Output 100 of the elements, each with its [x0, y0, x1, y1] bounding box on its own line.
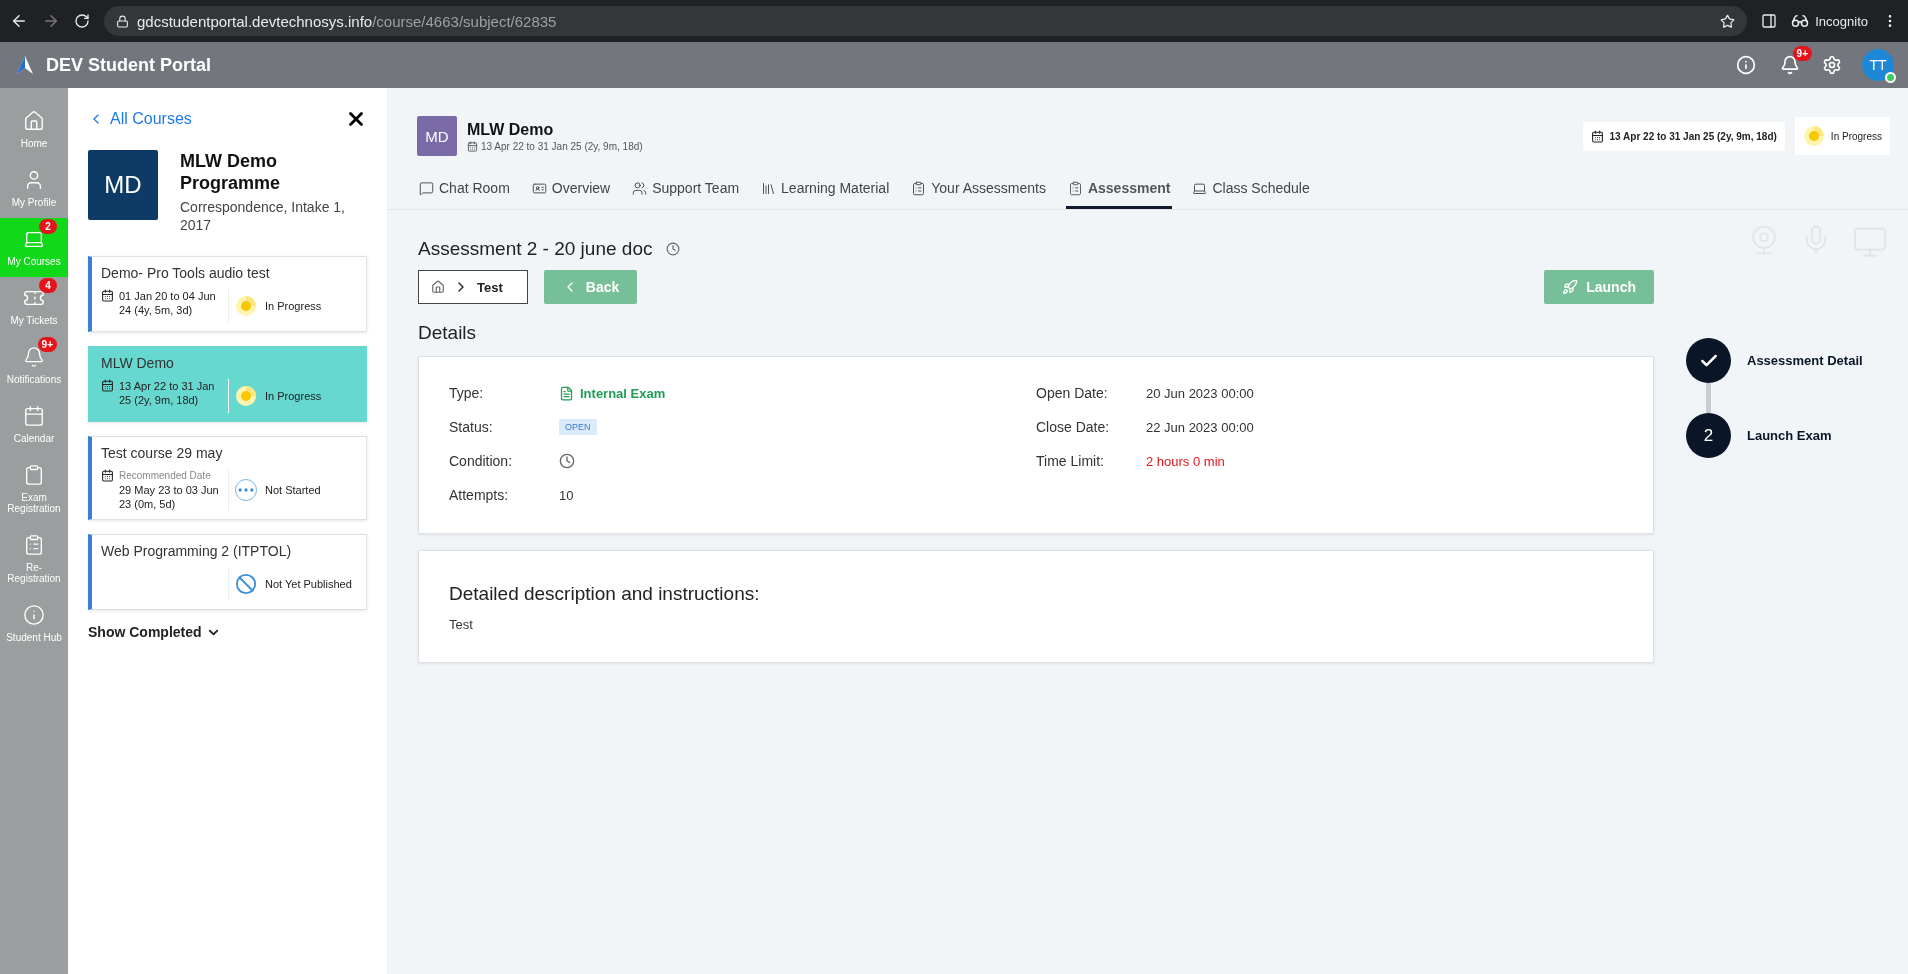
nav-label: Re-Registration — [6, 562, 62, 584]
profile-label[interactable]: Incognito — [1815, 13, 1868, 29]
user-avatar[interactable]: TT — [1862, 49, 1894, 81]
assessment-title: Assessment 2 - 20 june doc — [418, 238, 653, 260]
calendar-icon — [1590, 129, 1604, 143]
course-dates: 01 Jan 20 to 04 Jun 24 (4y, 5m, 3d) — [119, 290, 216, 316]
reload-icon[interactable] — [74, 13, 90, 29]
course-title: Demo- Pro Tools audio test — [101, 265, 271, 281]
document-icon — [559, 385, 574, 401]
calendar-icon — [467, 140, 478, 152]
star-icon[interactable] — [1720, 13, 1736, 29]
field-label: Type: — [449, 385, 485, 401]
laptop-icon — [1192, 180, 1208, 196]
count-badge: 9+ — [37, 337, 57, 352]
programme-tile: MD — [88, 150, 158, 220]
forward-icon[interactable] — [42, 12, 60, 30]
field-label: Status: — [449, 419, 494, 435]
nav-label: Student Hub — [6, 632, 62, 643]
tab[interactable]: Support Team — [630, 174, 742, 209]
course-status: In Progress — [265, 300, 322, 312]
books-icon — [761, 180, 777, 196]
nav-item[interactable]: 4 My Tickets — [0, 277, 68, 336]
nav-label: Exam Registration — [6, 492, 62, 514]
step-marker: 2 — [1686, 413, 1731, 458]
description-heading: Detailed description and instructions: — [449, 583, 761, 605]
course-card[interactable]: Test course 29 may Recommended Date 29 May 23 to 03 Jun 23 (0m, 5d) Not Started — [88, 436, 367, 520]
nav-item[interactable]: 2 My Courses — [0, 218, 68, 277]
notification-icon[interactable] — [1780, 55, 1800, 75]
course-dates: 29 May 23 to 03 Jun 23 (0m, 5d) — [119, 484, 219, 510]
course-card[interactable]: Demo- Pro Tools audio test 01 Jan 20 to 04 Jun 24 (4y, 5m, 3d) In Progress — [88, 256, 367, 332]
show-completed-button[interactable]: Show Completed — [88, 624, 221, 640]
clock-icon — [666, 242, 681, 256]
tab[interactable]: Class Schedule — [1190, 174, 1312, 209]
step-connector — [1706, 383, 1711, 413]
programme-subtitle: Correspondence, Intake 1, 2017 — [180, 198, 346, 234]
incognito-icon — [1791, 12, 1810, 30]
course-status: In Progress — [265, 390, 322, 402]
url-text: gdcstudentportal.devtechnosys.info/course/4663/subject/62835 — [137, 12, 557, 30]
course-status: Not Yet Published — [265, 578, 352, 590]
course-title: MLW Demo — [101, 355, 175, 371]
subject-title: MLW Demo — [467, 120, 555, 139]
count-badge: 2 — [39, 219, 57, 234]
tab[interactable]: Overview — [529, 174, 613, 209]
nav-item[interactable]: 9+ Notifications — [0, 336, 68, 395]
checklist-icon — [23, 534, 45, 556]
calendar-icon — [23, 405, 45, 427]
all-courses-link[interactable]: All Courses — [88, 110, 192, 128]
notification-badge: 9+ — [1792, 46, 1812, 61]
progress-icon — [235, 385, 257, 407]
field-value: 22 Jun 2023 00:00 — [1146, 419, 1254, 435]
logo-icon — [14, 54, 36, 76]
checklist-icon — [911, 180, 927, 196]
tab[interactable]: Your Assessments — [909, 174, 1048, 209]
side-panel-icon[interactable] — [1761, 13, 1778, 29]
subject-tile: MD — [417, 116, 457, 156]
status-text: In Progress — [1830, 130, 1882, 142]
clipboard-icon — [23, 464, 45, 486]
step-label: Launch Exam — [1747, 428, 1832, 443]
course-card[interactable]: Web Programming 2 (ITPTOL) Not Yet Published — [88, 534, 367, 610]
address-bar[interactable]: gdcstudentportal.devtechnosys.info/course/4663/subject/62835 — [104, 6, 1748, 36]
progress-icon — [235, 295, 257, 317]
date-note: Recommended Date — [119, 469, 212, 483]
calendar-icon — [101, 469, 114, 482]
tab[interactable]: Learning Material — [759, 174, 892, 209]
tab[interactable]: Chat Room — [417, 174, 512, 209]
checklist-icon — [1067, 180, 1083, 196]
back-icon[interactable] — [10, 12, 28, 30]
course-dates: 13 Apr 22 to 31 Jan 25 (2y, 9m, 18d) — [119, 380, 215, 406]
field-label: Time Limit: — [1036, 453, 1105, 469]
breadcrumb[interactable]: Test — [418, 270, 528, 304]
section-heading: Details — [418, 322, 478, 344]
bell-icon — [23, 346, 45, 368]
nav-label: My Profile — [11, 197, 57, 208]
programme-title: MLW Demo Programme — [180, 150, 282, 194]
tab[interactable]: Assessment — [1065, 174, 1173, 209]
count-badge: 4 — [39, 278, 57, 293]
id-card-icon — [531, 180, 547, 196]
course-status: Not Started — [265, 484, 321, 496]
settings-icon[interactable] — [1822, 55, 1842, 75]
field-value: 10 — [559, 487, 574, 503]
online-dot — [1885, 72, 1896, 83]
nav-label: Calendar — [13, 433, 55, 444]
status-badge: OPEN — [559, 419, 597, 435]
lock-icon — [116, 14, 129, 28]
app-title: DEV Student Portal — [46, 54, 212, 76]
course-title: Test course 29 may — [101, 445, 224, 461]
description-text: Test — [449, 617, 474, 632]
course-card[interactable]: MLW Demo 13 Apr 22 to 31 Jan 25 (2y, 9m, 18d) In Progress — [88, 346, 367, 422]
blocked-icon — [235, 573, 257, 595]
info-icon[interactable] — [1736, 55, 1756, 75]
calendar-icon — [101, 379, 114, 392]
course-title: Web Programming 2 (ITPTOL) — [101, 543, 293, 559]
field-value: 2 hours 0 min — [1146, 453, 1225, 469]
field-label: Open Date: — [1036, 385, 1109, 401]
type-value: Internal Exam — [580, 385, 666, 401]
field-value: 20 Jun 2023 00:00 — [1146, 385, 1254, 401]
home-icon — [23, 110, 45, 132]
step-label: Assessment Detail — [1747, 353, 1863, 368]
nav-label: Home — [20, 138, 48, 149]
field-label: Attempts: — [449, 487, 510, 503]
